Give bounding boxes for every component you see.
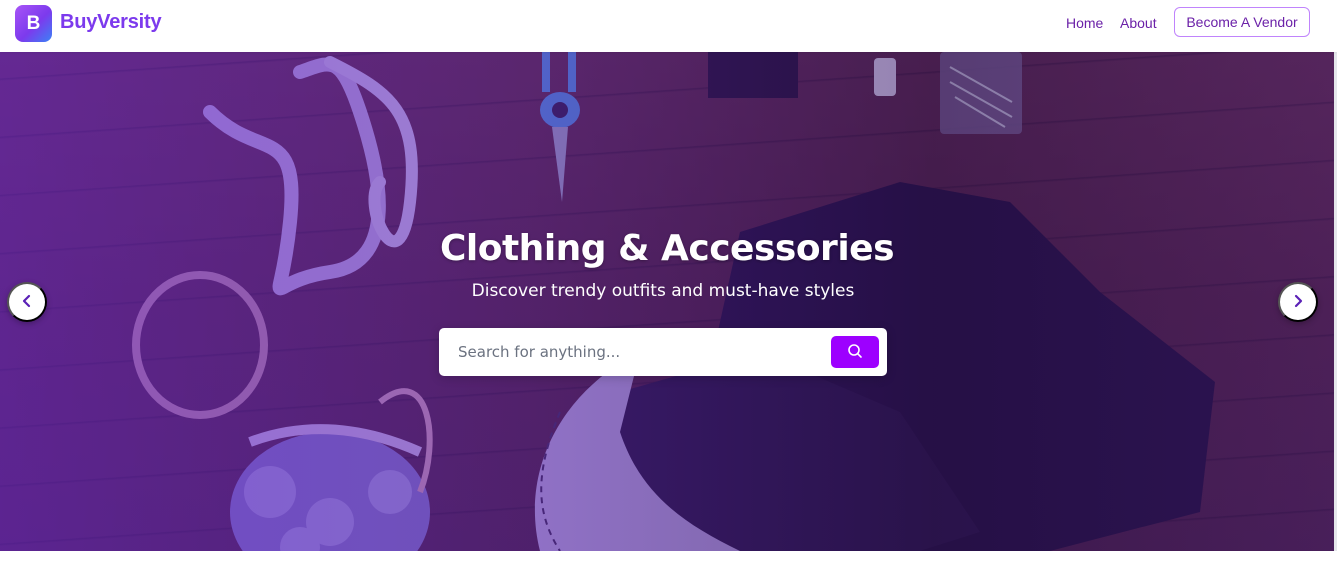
carousel-next-button[interactable] xyxy=(1278,282,1318,322)
top-navbar: B BuyVersity Home About Become A Vendor xyxy=(0,0,1337,52)
nav-home-link[interactable]: Home xyxy=(1066,15,1103,31)
hero-subtitle: Discover trendy outfits and must-have st… xyxy=(471,281,855,301)
chevron-left-icon xyxy=(20,294,34,311)
brand-name[interactable]: BuyVersity xyxy=(60,11,162,34)
logo-badge[interactable]: B xyxy=(15,5,52,42)
hero-banner: Clothing & Accessories Discover trendy o… xyxy=(0,52,1334,551)
search-bar xyxy=(439,328,887,376)
chevron-right-icon xyxy=(1291,294,1305,311)
search-button[interactable] xyxy=(831,336,879,368)
hero-overlay xyxy=(0,52,1334,551)
become-vendor-button[interactable]: Become A Vendor xyxy=(1174,7,1310,37)
search-input[interactable] xyxy=(439,328,829,376)
nav-about-link[interactable]: About xyxy=(1120,15,1157,31)
search-icon xyxy=(847,343,863,362)
hero-title: Clothing & Accessories xyxy=(439,228,895,269)
carousel-prev-button[interactable] xyxy=(7,282,47,322)
